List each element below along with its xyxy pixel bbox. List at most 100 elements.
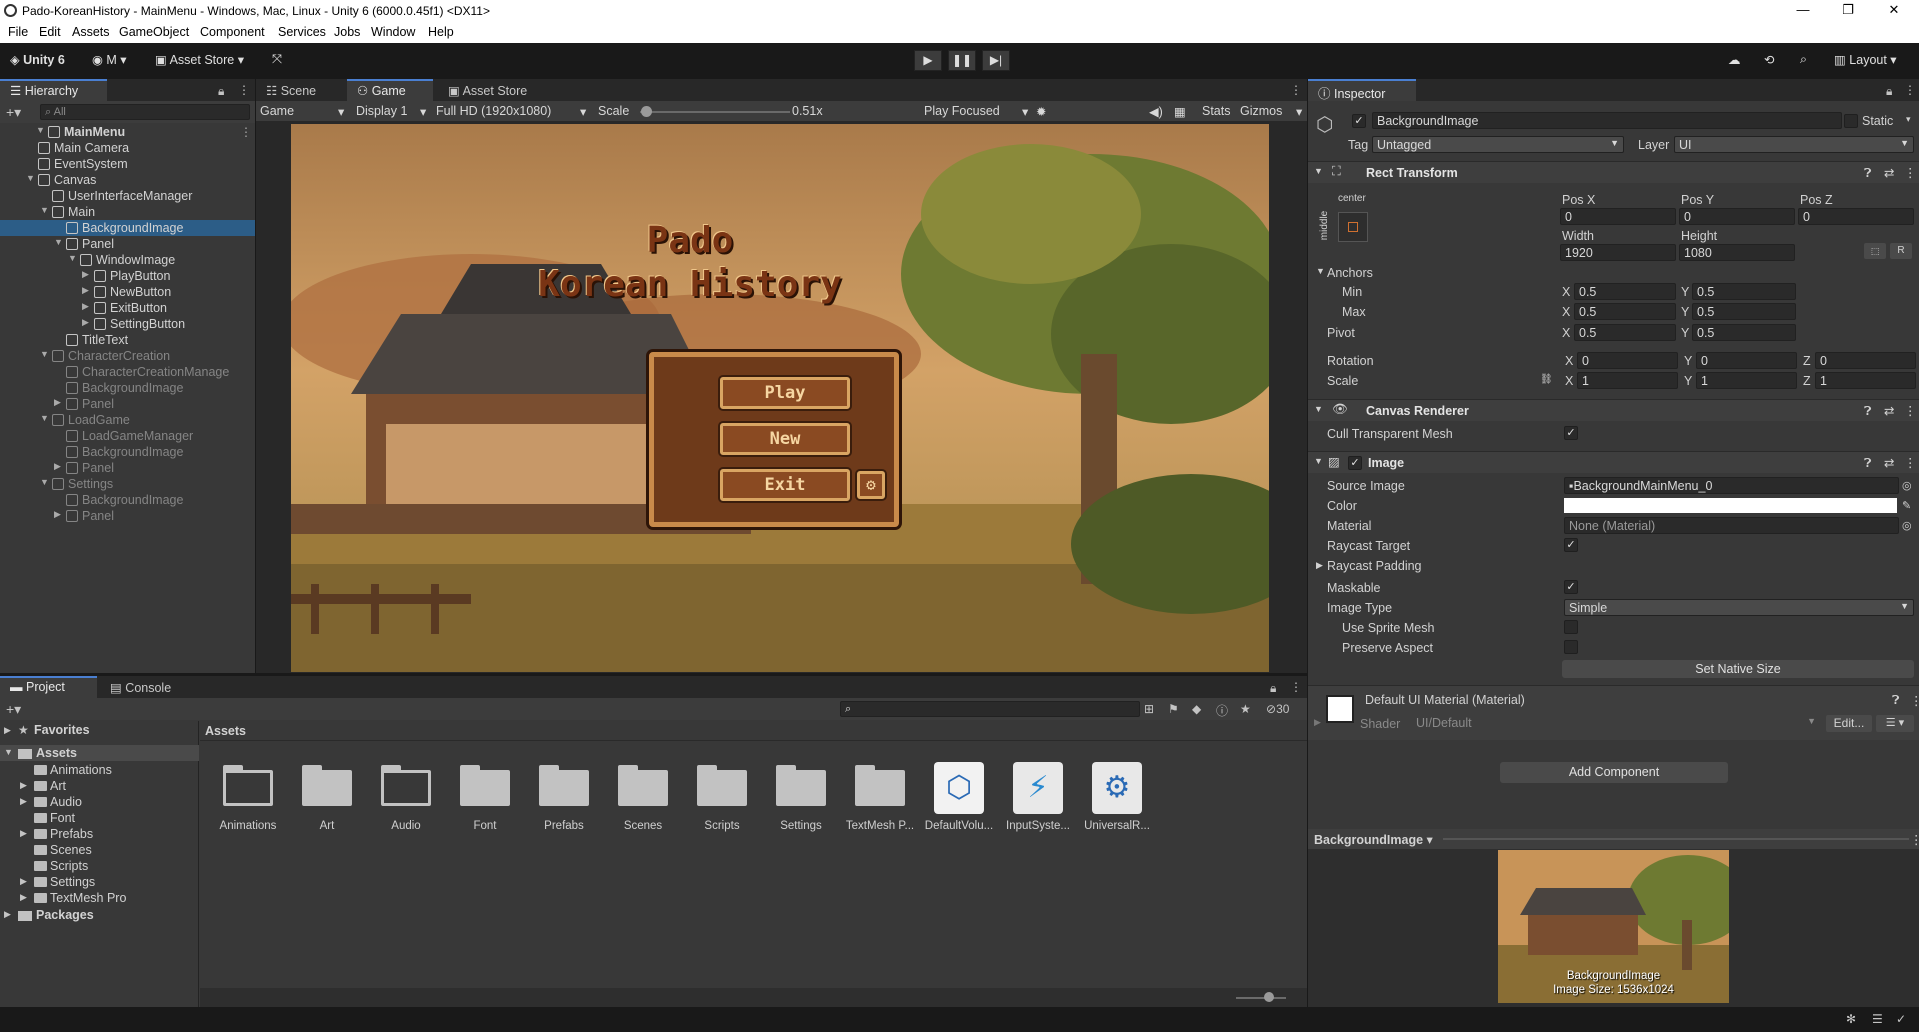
more-icon[interactable]: ⋮ bbox=[238, 83, 250, 97]
pause-button[interactable]: ❚❚ bbox=[948, 50, 976, 71]
canvas-renderer-header[interactable]: ▼ 👁︎ Canvas Renderer ❓︎ ⇄ ⋮ bbox=[1308, 399, 1919, 421]
search-by-type-icon[interactable]: ⊞ bbox=[1144, 702, 1154, 716]
lock-icon[interactable]: 🔒︎ bbox=[218, 84, 224, 99]
shader-dropdown[interactable]: UI/Default ▼ bbox=[1412, 715, 1820, 732]
object-picker-icon[interactable]: ◎ bbox=[1902, 479, 1912, 492]
tab-project[interactable]: ▬ Project bbox=[0, 676, 97, 698]
scale-slider-track[interactable] bbox=[640, 111, 790, 113]
close-icon[interactable]: ✕ bbox=[1884, 2, 1904, 18]
posy-field[interactable]: 0 bbox=[1679, 208, 1795, 225]
create-dropdown-button[interactable]: +▾ bbox=[6, 701, 21, 718]
menu-help[interactable]: Help bbox=[428, 25, 454, 39]
rect-transform-header[interactable]: ▼ ⛶ Rect Transform ❓︎ ⇄ ⋮ bbox=[1308, 161, 1919, 183]
asset-item[interactable]: ⬡ DefaultVolu... bbox=[921, 762, 997, 842]
hierarchy-item[interactable]: CharacterCreationManage bbox=[0, 364, 255, 380]
expanded-arrow-icon[interactable]: ▼ bbox=[40, 477, 49, 487]
hierarchy-search-input[interactable]: ⌕ All bbox=[40, 104, 250, 120]
menu-component[interactable]: Component bbox=[200, 25, 265, 39]
favorites-foldout-icon[interactable]: ▶ bbox=[4, 725, 11, 736]
layer-dropdown[interactable]: UI ▼ bbox=[1674, 136, 1914, 153]
search-icon[interactable]: ⌕ bbox=[1800, 52, 1807, 67]
game-exit-button[interactable]: Exit bbox=[720, 469, 850, 501]
display-dropdown[interactable]: Display 1 ▾ bbox=[356, 104, 432, 119]
presets-icon[interactable]: ⇄ bbox=[1884, 455, 1894, 470]
use-sprite-mesh-checkbox[interactable] bbox=[1564, 620, 1578, 634]
favorite-star-icon[interactable]: ★ bbox=[1240, 702, 1251, 716]
hierarchy-item[interactable]: ▼ Main bbox=[0, 204, 255, 220]
hierarchy-item[interactable]: LoadGameManager bbox=[0, 428, 255, 444]
project-folder-item[interactable]: Font bbox=[0, 810, 199, 826]
menu-edit[interactable]: Edit bbox=[39, 25, 61, 39]
collapsed-arrow-icon[interactable]: ▶ bbox=[20, 828, 27, 839]
menu-window[interactable]: Window bbox=[371, 25, 415, 39]
collapsed-arrow-icon[interactable]: ▶ bbox=[54, 509, 61, 520]
add-component-button[interactable]: Add Component bbox=[1500, 762, 1728, 783]
source-image-field[interactable]: ▪BackgroundMainMenu_0 bbox=[1564, 477, 1899, 494]
warning-filter-icon[interactable]: ⓘ bbox=[1216, 702, 1228, 719]
scene-menu-icon[interactable]: ⋮ bbox=[240, 125, 252, 139]
lock-icon[interactable]: 🔒︎ bbox=[1886, 84, 1892, 99]
help-icon[interactable]: ❓︎ bbox=[1864, 456, 1872, 471]
hierarchy-item[interactable]: Main Camera bbox=[0, 140, 255, 156]
asset-item[interactable]: ⚡ InputSyste... bbox=[1000, 762, 1076, 842]
minimize-icon[interactable]: — bbox=[1793, 2, 1813, 17]
project-folder-item[interactable]: ▶ TextMesh Pro bbox=[0, 890, 199, 906]
help-icon[interactable]: ❓︎ bbox=[1864, 166, 1872, 181]
hierarchy-item[interactable]: ▶ Panel bbox=[0, 396, 255, 412]
preview-name-dropdown[interactable]: BackgroundImage ▾ bbox=[1314, 832, 1433, 847]
constrain-proportions-icon[interactable]: ⛓ bbox=[1540, 374, 1553, 385]
asset-item[interactable]: Settings bbox=[763, 762, 839, 842]
hierarchy-item[interactable]: ▼ MainMenu ⋮ bbox=[0, 124, 255, 140]
asset-item[interactable]: Font bbox=[447, 762, 523, 842]
hierarchy-item[interactable]: ▼ CharacterCreation bbox=[0, 348, 255, 364]
tag-icon[interactable]: ◆ bbox=[1192, 702, 1201, 716]
play-focused-dropdown[interactable]: Play Focused ▾ bbox=[924, 104, 1034, 119]
image-enabled-checkbox[interactable]: ✓ bbox=[1348, 456, 1362, 470]
maskable-checkbox[interactable]: ✓ bbox=[1564, 580, 1578, 594]
hierarchy-item[interactable]: ▼ Settings bbox=[0, 476, 255, 492]
project-search-input[interactable]: ⌕ bbox=[840, 701, 1140, 717]
maximize-icon[interactable]: ❐ bbox=[1838, 2, 1858, 18]
collapsed-arrow-icon[interactable]: ▶ bbox=[20, 876, 27, 887]
project-folder-item[interactable]: Animations bbox=[0, 762, 199, 778]
set-native-size-button[interactable]: Set Native Size bbox=[1562, 660, 1914, 678]
hierarchy-item[interactable]: ▼ Canvas bbox=[0, 172, 255, 188]
icon-size-slider-track[interactable] bbox=[1236, 997, 1286, 999]
help-icon[interactable]: ❓︎ bbox=[1864, 404, 1872, 419]
asset-item[interactable]: ⚙ UniversalR... bbox=[1079, 762, 1155, 842]
sun-icon[interactable]: ✹ bbox=[1036, 104, 1046, 119]
asset-item[interactable]: Scripts bbox=[684, 762, 760, 842]
tab-inspector[interactable]: ⓘ Inspector bbox=[1308, 79, 1416, 101]
project-folder-item[interactable]: ▶ Audio bbox=[0, 794, 199, 810]
project-folder-item[interactable]: Scripts bbox=[0, 858, 199, 874]
assets-foldout-icon[interactable]: ▼ bbox=[4, 747, 13, 757]
collapsed-arrow-icon[interactable]: ▶ bbox=[82, 317, 89, 328]
tag-dropdown[interactable]: Untagged ▼ bbox=[1372, 136, 1624, 153]
component-menu-icon[interactable]: ⋮ bbox=[1910, 693, 1919, 708]
help-icon[interactable]: ❓︎ bbox=[1892, 693, 1900, 708]
menu-jobs[interactable]: Jobs bbox=[334, 25, 360, 39]
collapsed-arrow-icon[interactable]: ▶ bbox=[20, 892, 27, 903]
hierarchy-item[interactable]: EventSystem bbox=[0, 156, 255, 172]
rotation-y-field[interactable]: 0 bbox=[1696, 352, 1797, 369]
collapsed-arrow-icon[interactable]: ▶ bbox=[82, 285, 89, 296]
lock-icon[interactable]: 🔒︎ bbox=[1270, 681, 1276, 696]
raycast-padding-foldout-icon[interactable]: ▶ bbox=[1316, 560, 1323, 571]
favorites-label[interactable]: Favorites bbox=[34, 723, 90, 737]
expanded-arrow-icon[interactable]: ▼ bbox=[40, 349, 49, 359]
anchors-foldout-icon[interactable]: ▼ bbox=[1316, 266, 1325, 276]
posz-field[interactable]: 0 bbox=[1798, 208, 1914, 225]
material-field[interactable]: None (Material) bbox=[1564, 517, 1899, 534]
game-play-button[interactable]: Play bbox=[720, 377, 850, 409]
collapsed-arrow-icon[interactable]: ▶ bbox=[82, 301, 89, 312]
shader-edit-button[interactable]: Edit... bbox=[1826, 715, 1872, 732]
more-icon[interactable]: ⋮ bbox=[1290, 83, 1302, 97]
asset-item[interactable]: Animations bbox=[210, 762, 286, 842]
tab-game[interactable]: ⚇ Game bbox=[347, 79, 433, 101]
stats-button[interactable]: Stats bbox=[1202, 104, 1231, 118]
project-folder-item[interactable]: Scenes bbox=[0, 842, 199, 858]
hierarchy-item[interactable]: ▶ Panel bbox=[0, 460, 255, 476]
expanded-arrow-icon[interactable]: ▼ bbox=[40, 205, 49, 215]
resolution-dropdown[interactable]: Full HD (1920x1080) ▾ bbox=[436, 104, 586, 119]
hierarchy-item[interactable]: TitleText bbox=[0, 332, 255, 348]
